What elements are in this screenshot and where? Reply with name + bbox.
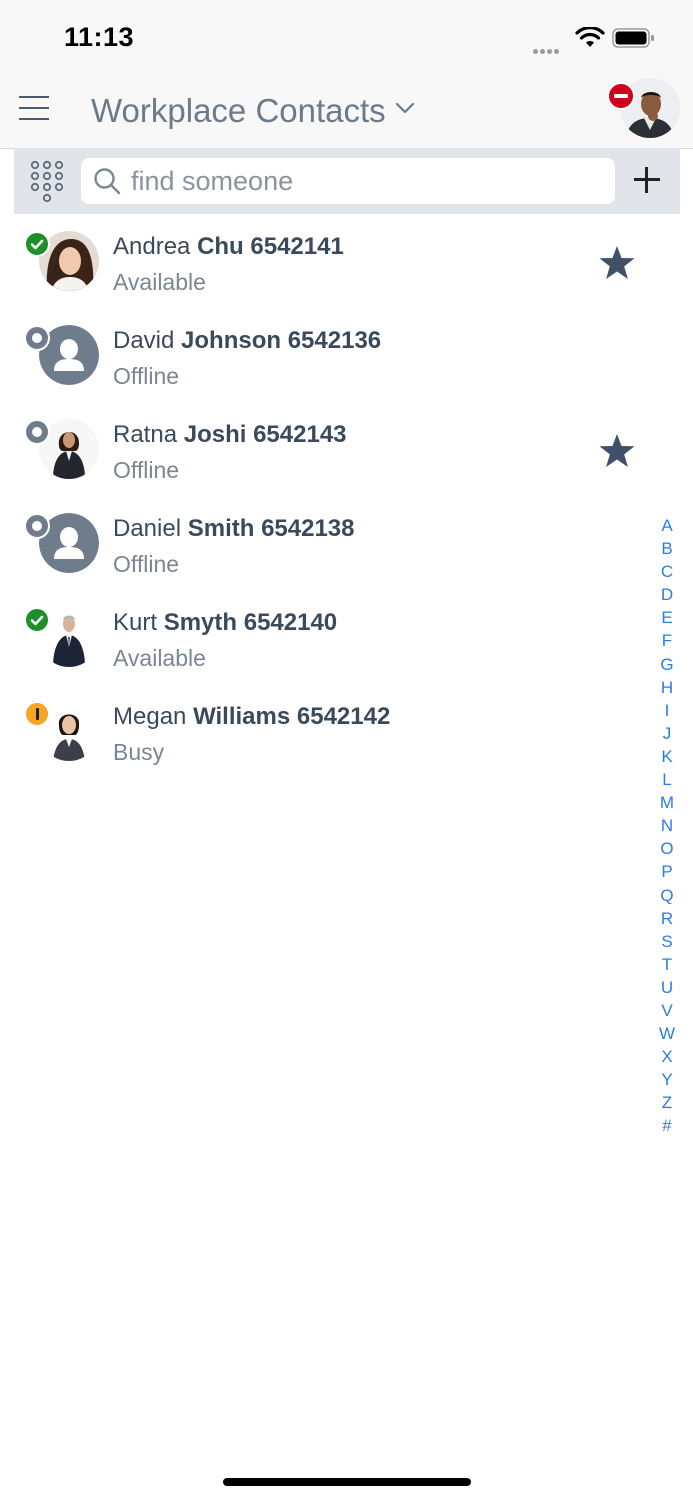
wifi-icon [575,27,605,47]
busy-status-icon [24,701,50,727]
index-letter[interactable]: E [652,606,682,629]
index-letter[interactable]: Q [652,884,682,907]
contact-row[interactable]: Megan Williams 6542142 Busy [14,685,664,779]
contact-row[interactable]: Daniel Smith 6542138 Offline [14,497,664,591]
contact-name: Daniel Smith 6542138 [113,515,355,542]
search-box [81,158,615,204]
hamburger-menu-icon[interactable] [19,96,49,124]
page-title[interactable]: Workplace Contacts [91,92,386,130]
battery-icon [612,28,654,48]
contact-row[interactable]: David Johnson 6542136 Offline [14,309,664,403]
contact-name: Kurt Smyth 6542140 [113,609,338,636]
contact-name: Ratna Joshi 6542143 [113,421,347,448]
offline-status-icon [24,513,50,539]
index-letter[interactable]: Y [652,1068,682,1091]
offline-status-icon [24,325,50,351]
add-contact-button[interactable] [632,165,662,195]
index-letter[interactable]: P [652,860,682,883]
contact-row[interactable]: Andrea Chu 6542141 Available [14,215,664,309]
index-letter[interactable]: B [652,537,682,560]
index-letter[interactable]: D [652,583,682,606]
index-letter[interactable]: N [652,814,682,837]
index-letter[interactable]: Z [652,1091,682,1114]
index-letter[interactable]: G [652,653,682,676]
index-letter[interactable]: O [652,837,682,860]
index-letter[interactable]: R [652,907,682,930]
contact-status: Available [113,269,206,295]
favorite-star-icon[interactable] [598,433,636,469]
contact-status: Offline [113,363,180,389]
index-letter[interactable]: M [652,791,682,814]
index-letter[interactable]: S [652,930,682,953]
contact-name: Megan Williams 6542142 [113,703,391,730]
offline-status-icon [24,419,50,445]
index-letter[interactable]: H [652,676,682,699]
do-not-disturb-badge [607,82,635,110]
contact-row[interactable]: Kurt Smyth 6542140 Available [14,591,664,685]
index-letter[interactable]: L [652,768,682,791]
chevron-down-icon[interactable] [394,100,416,116]
index-letter[interactable]: I [652,699,682,722]
index-letter[interactable]: A [652,514,682,537]
index-letter[interactable]: # [652,1114,682,1137]
contact-status: Busy [113,739,165,765]
search-bar [14,148,680,214]
favorite-star-icon[interactable] [598,245,636,281]
dialpad-icon[interactable] [30,160,64,204]
index-letter[interactable]: X [652,1045,682,1068]
contact-status: Available [113,645,206,671]
index-letter[interactable]: J [652,722,682,745]
cellular-signal-icon [533,41,561,59]
status-bar: 11:13 [0,0,693,74]
available-status-icon [24,607,50,633]
contact-row[interactable]: Ratna Joshi 6542143 Offline [14,403,664,497]
home-indicator[interactable] [223,1478,471,1486]
index-letter[interactable]: C [652,560,682,583]
contact-status: Offline [113,551,180,577]
contact-status: Offline [113,457,180,483]
index-letter[interactable]: F [652,629,682,652]
index-letter[interactable]: U [652,976,682,999]
contact-name: Andrea Chu 6542141 [113,233,344,260]
index-letter[interactable]: V [652,999,682,1022]
index-letter[interactable]: K [652,745,682,768]
index-letter[interactable]: W [652,1022,682,1045]
search-input[interactable] [131,162,601,200]
available-status-icon [24,231,50,257]
status-time: 11:13 [64,22,135,52]
contact-name: David Johnson 6542136 [113,327,382,354]
app-header: Workplace Contacts [0,74,693,149]
alphabet-index: A B C D E F G H I J K L M N O P Q R S T … [652,514,682,1138]
index-letter[interactable]: T [652,953,682,976]
search-icon [94,168,121,195]
